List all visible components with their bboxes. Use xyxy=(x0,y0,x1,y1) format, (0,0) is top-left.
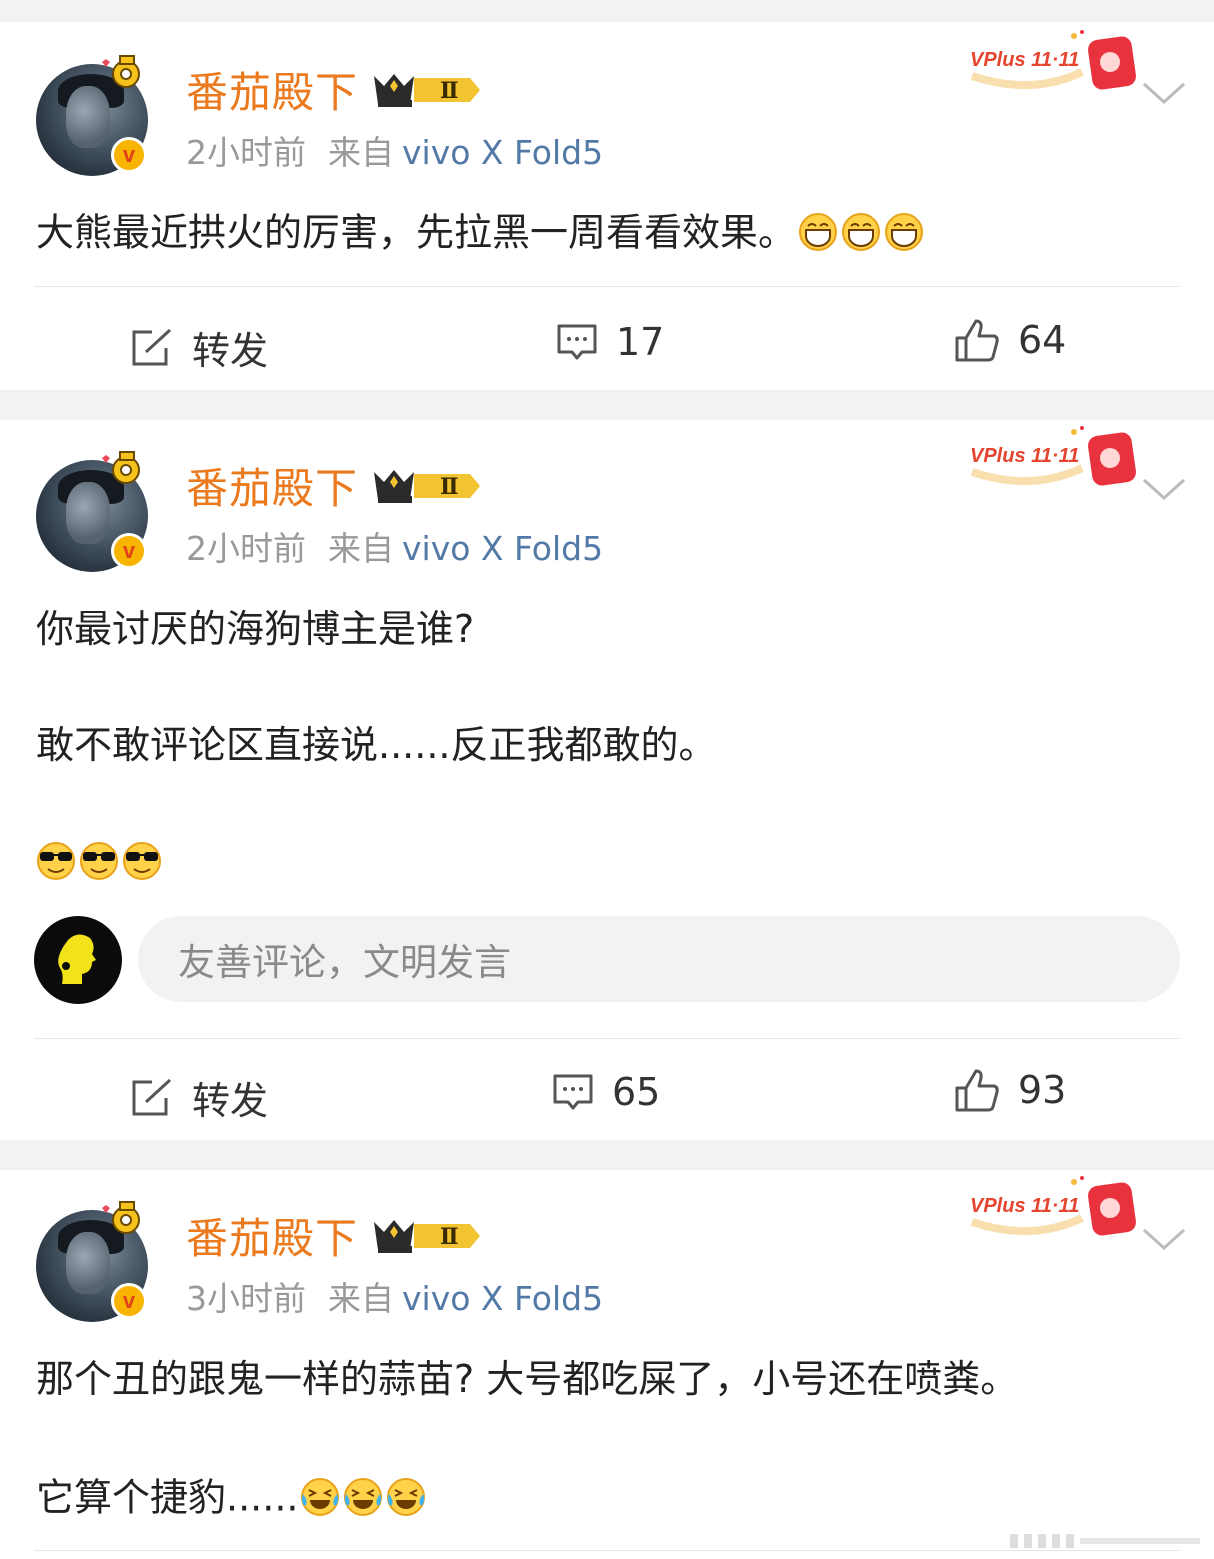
svg-text:Ⅱ: Ⅱ xyxy=(440,78,459,104)
vplus-promo-badge[interactable]: VPlus 11·11 xyxy=(962,26,1142,96)
svg-text:VPlus 11·11: VPlus 11·11 xyxy=(970,445,1079,467)
post-card-2: v 番茄殿下 Ⅱ 2小时前 来自 vivo X Fold5 VPlus 11·11 … xyxy=(0,420,1214,1140)
post-meta: 2小时前 来自 vivo X Fold5 xyxy=(186,532,603,565)
like-button[interactable]: 93 xyxy=(954,1068,1066,1112)
silhouette-avatar-icon xyxy=(58,934,96,984)
post-text-line: 你最讨厌的海狗博主是谁? xyxy=(36,607,475,651)
post-card-3: v 番茄殿下 Ⅱ 3小时前 来自 vivo X Fold5 VPlus 11·11 … xyxy=(0,1170,1214,1559)
repost-button[interactable]: 转发 xyxy=(130,1070,268,1125)
author-name[interactable]: 番茄殿下 xyxy=(186,468,358,510)
repost-label: 转发 xyxy=(192,329,269,373)
divider xyxy=(34,286,1180,287)
author-avatar[interactable]: v xyxy=(36,55,148,176)
thumbs-up-icon xyxy=(955,319,999,362)
avatar-pendant-icon xyxy=(102,55,140,88)
level-crown-icon: Ⅱ xyxy=(374,74,480,107)
post-meta: 2小时前 来自 vivo X Fold5 xyxy=(186,136,603,169)
level-crown-icon: Ⅱ xyxy=(374,1220,480,1253)
post-time: 2小时前 xyxy=(186,133,306,172)
post-time: 2小时前 xyxy=(186,529,306,568)
comment-button[interactable]: 65 xyxy=(552,1070,660,1114)
chevron-down-icon[interactable] xyxy=(1140,1224,1188,1254)
current-user-avatar[interactable] xyxy=(34,916,122,1004)
repost-label: 转发 xyxy=(192,1079,269,1123)
post-text-line: 敢不敢评论区直接说......反正我都敢的。 xyxy=(36,723,717,767)
like-count: 64 xyxy=(1018,318,1067,362)
comment-input[interactable]: 友善评论，文明发言 xyxy=(138,916,1180,1002)
avatar-pendant-icon xyxy=(102,451,140,484)
author-name[interactable]: 番茄殿下 xyxy=(186,1218,358,1260)
svg-text:Ⅱ: Ⅱ xyxy=(440,474,459,500)
post-text: 它算个捷豹...... xyxy=(36,1476,430,1524)
comment-count: 17 xyxy=(616,320,665,364)
verified-badge-icon: v xyxy=(111,137,147,173)
divider xyxy=(34,1038,1180,1039)
post-time: 3小时前 xyxy=(186,1279,306,1318)
cool-emoji-icon xyxy=(36,840,166,888)
author-name[interactable]: 番茄殿下 xyxy=(186,72,358,114)
chevron-down-icon[interactable] xyxy=(1140,474,1188,504)
verified-badge-icon: v xyxy=(111,533,147,569)
image-strip-indicator xyxy=(1010,1534,1200,1548)
svg-text:VPlus 11·11: VPlus 11·11 xyxy=(970,49,1079,71)
source-device-link[interactable]: vivo X Fold5 xyxy=(402,1279,603,1318)
vplus-promo-badge[interactable]: VPlus 11·11 xyxy=(962,1172,1142,1242)
repost-icon xyxy=(132,1078,172,1115)
comment-icon xyxy=(553,1074,593,1110)
source-prefix: 来自 xyxy=(328,1279,394,1318)
post-card-1: v 番茄殿下 Ⅱ 2小时前 来自 vivo X Fold5 VPlus 11·11 … xyxy=(0,22,1214,390)
comment-icon xyxy=(557,324,597,360)
verified-badge-icon: v xyxy=(111,1283,147,1319)
grin-emoji-icon xyxy=(798,212,928,258)
source-prefix: 来自 xyxy=(328,529,394,568)
author-avatar[interactable]: v xyxy=(36,451,148,572)
source-prefix: 来自 xyxy=(328,133,394,172)
comment-count: 65 xyxy=(612,1070,661,1114)
author-avatar[interactable]: v xyxy=(36,1201,148,1322)
level-crown-icon: Ⅱ xyxy=(374,470,480,503)
divider xyxy=(34,1550,1180,1551)
repost-icon xyxy=(132,328,172,365)
svg-text:VPlus 11·11: VPlus 11·11 xyxy=(970,1195,1079,1217)
post-text: 大熊最近拱火的厉害，先拉黑一周看看效果。 xyxy=(36,212,928,258)
repost-button[interactable]: 转发 xyxy=(130,320,268,375)
source-device-link[interactable]: vivo X Fold5 xyxy=(402,529,603,568)
thumbs-up-icon xyxy=(955,1069,999,1112)
avatar-pendant-icon xyxy=(102,1201,140,1234)
like-button[interactable]: 64 xyxy=(954,318,1066,362)
post-text-line: 大熊最近拱火的厉害，先拉黑一周看看效果。 xyxy=(36,210,797,255)
svg-text:Ⅱ: Ⅱ xyxy=(440,1224,459,1250)
post-text-line: 它算个捷豹...... xyxy=(36,1475,299,1520)
like-count: 93 xyxy=(1018,1068,1067,1112)
source-device-link[interactable]: vivo X Fold5 xyxy=(402,133,603,172)
post-text-line: 那个丑的跟鬼一样的蒜苗? 大号都吃屎了，小号还在喷粪。 xyxy=(36,1357,1019,1401)
chevron-down-icon[interactable] xyxy=(1140,78,1188,108)
comment-button[interactable]: 17 xyxy=(556,320,664,364)
post-meta: 3小时前 来自 vivo X Fold5 xyxy=(186,1282,603,1315)
laugh-cry-emoji-icon xyxy=(300,1476,430,1524)
vplus-promo-badge[interactable]: VPlus 11·11 xyxy=(962,422,1142,492)
